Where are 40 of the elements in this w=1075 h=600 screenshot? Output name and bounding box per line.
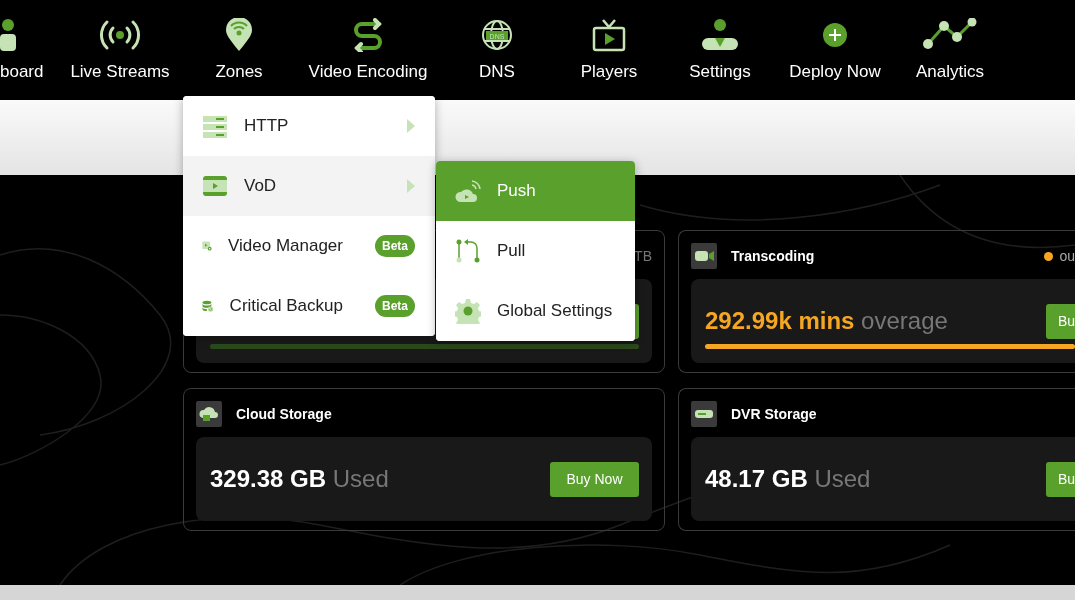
beta-badge: Beta: [375, 295, 415, 317]
beta-badge: Beta: [375, 235, 415, 257]
usage-value: 329.38 GB Used: [210, 465, 389, 493]
broadcast-icon: [98, 18, 142, 52]
user-icon: [0, 18, 17, 52]
nav-link[interactable]: board: [0, 62, 44, 82]
submenu-item[interactable]: Global Settings: [436, 281, 635, 341]
submenu-item[interactable]: Pull: [436, 221, 635, 281]
menu-item[interactable]: HTTP: [183, 96, 435, 156]
nav-link[interactable]: Live Streams: [70, 62, 170, 82]
location-pin-icon: [225, 18, 253, 52]
exchange-arrows-icon: [351, 18, 385, 52]
server-icon: [202, 113, 228, 139]
nav-link[interactable]: Video Encoding: [308, 62, 428, 82]
tv-play-icon: [592, 18, 626, 52]
nav-link[interactable]: Zones: [215, 62, 263, 82]
user-settings-icon: [700, 18, 740, 52]
film-icon: [202, 173, 228, 199]
status-text: ou: [1059, 248, 1075, 264]
card-title: Cloud Storage: [236, 406, 332, 422]
cloud-signal-icon: [455, 178, 481, 204]
menu-item[interactable]: Video Manager Beta: [183, 216, 435, 276]
git-pull-icon: [455, 238, 481, 264]
nav-link[interactable]: Analytics: [916, 62, 984, 82]
nav-link[interactable]: Players: [580, 62, 638, 82]
gear-icon: [455, 298, 481, 324]
usage-value: 48.17 GB Used: [705, 465, 871, 493]
hard-drive-icon: [691, 401, 717, 427]
menu-item[interactable]: Critical Backup Beta: [183, 276, 435, 336]
video-camera-icon: [691, 243, 717, 269]
usage-value: 292.99k mins overage: [705, 307, 948, 335]
card-title: Transcoding: [731, 248, 815, 264]
line-chart-icon: [922, 18, 978, 52]
card-title: DVR Storage: [731, 406, 817, 422]
card-meta: TB: [634, 248, 652, 264]
nav-link[interactable]: DNS: [479, 62, 515, 82]
nav-link[interactable]: Deploy Now: [789, 62, 881, 82]
nav-link[interactable]: Settings: [689, 62, 751, 82]
menu-item[interactable]: VoD: [183, 156, 435, 216]
cloud-icon: [196, 401, 222, 427]
